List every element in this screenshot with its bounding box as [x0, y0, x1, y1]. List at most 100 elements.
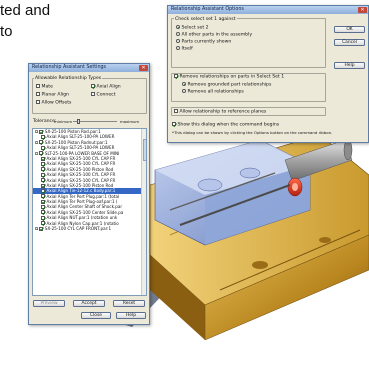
settings-dialog-title: Relationship Assistant Settings — [32, 65, 107, 70]
checkbox-icon — [91, 84, 95, 88]
type-mate-checkbox[interactable]: Mate — [36, 84, 53, 89]
check-against-label: Check select set 1 against — [174, 17, 237, 22]
collapse-icon[interactable]: − — [35, 151, 39, 155]
checkbox-icon — [36, 92, 40, 96]
tree-row-checkbox[interactable] — [41, 172, 45, 177]
tree-row-label: SX-25-100 CYL CAP FRONT.par:1 — [44, 226, 112, 232]
background-document-text: ted and to — [0, 0, 50, 42]
tree-scrollbar[interactable] — [141, 129, 146, 295]
tree-row-checkbox[interactable] — [41, 156, 45, 161]
tree-row-checkbox[interactable] — [41, 134, 45, 139]
tree-row-checkbox[interactable] — [41, 161, 45, 166]
tree-row-checkbox[interactable] — [41, 199, 45, 204]
tree-row-label: SLT-25-100-PA LOWER BASE OF MINI — [44, 150, 120, 156]
radio-all-other-parts[interactable]: All other parts in the assembly — [176, 32, 252, 37]
close-icon[interactable]: ✕ — [358, 7, 367, 13]
tree-row-label: Axial Align NUT.par:1 (rotation unk — [46, 215, 118, 221]
relationship-tree[interactable]: − SX-25-100 Piston Rod.par:1 Axial Align S… — [32, 128, 147, 296]
tree-row-label: SX-25-100 Piston Rod.par:1 — [44, 129, 101, 134]
radio-icon — [176, 39, 180, 43]
tree-row-label: Axial Align SX-25-100 Piston Rod — [46, 182, 114, 188]
tree-row-checkbox[interactable] — [41, 167, 45, 172]
tree-row-checkbox[interactable] — [41, 183, 45, 188]
tree-row-checkbox[interactable] — [41, 210, 45, 215]
tree-row-label: Axial Align SLT-25-100-PA LOWER — [46, 145, 115, 151]
options-dialog-titlebar[interactable]: Relationship Assistant Options ✕ — [168, 6, 368, 14]
checkbox-icon — [91, 92, 95, 96]
tolerance-slider-thumb[interactable] — [77, 119, 80, 124]
tree-row[interactable]: + SX-25-100 CYL CAP FRONT.par:1 — [33, 226, 146, 231]
collapse-icon[interactable]: − — [35, 130, 39, 134]
tree-row-checkbox[interactable] — [41, 215, 45, 220]
tree-row-label: SX-25-100 Piston Rodnut:par:1 — [44, 139, 108, 145]
radio-remove-grounded[interactable]: Remove grounded part relationships — [182, 82, 271, 87]
tree-row-label: Axial Align Center Shaft of Shock.par — [46, 204, 123, 210]
tree-row-checkbox[interactable] — [41, 178, 45, 183]
relationship-assistant-options-dialog: Relationship Assistant Options ✕ Check s… — [167, 5, 369, 143]
remove-relationships-checkbox[interactable]: Remove relationships on parts in Select … — [174, 74, 284, 79]
tree-row-checkbox[interactable] — [41, 145, 45, 150]
settings-dialog-titlebar[interactable]: Relationship Assistant Settings ✕ — [29, 64, 149, 72]
tree-row-label: Axial Align Ter Port Plug.par:1 (total — [46, 193, 120, 199]
radio-parts-currently-shown[interactable]: Parts currently shown — [176, 39, 231, 44]
tree-row-label: Axial Align SX-25-100 Center Slide.pa — [46, 209, 124, 215]
radio-select-set-2[interactable]: Select set 2 — [176, 25, 209, 30]
radio-icon — [182, 89, 186, 93]
tree-row-checkbox[interactable] — [41, 205, 45, 210]
radio-remove-all[interactable]: Remove all relationships — [182, 89, 244, 94]
radio-itself[interactable]: Itself — [176, 46, 193, 51]
checkbox-icon — [36, 84, 40, 88]
background-text-line: to — [0, 23, 13, 40]
radio-icon — [176, 46, 180, 50]
tree-row-label: Axial Align SX-25-100 CYL CAP FR — [46, 155, 116, 161]
checkbox-icon — [174, 74, 178, 78]
tree-row-label: Axial Align Ter Port Plug-oaf.par:1 ( — [46, 199, 118, 205]
type-planar-align-checkbox[interactable]: Planar Align — [36, 92, 69, 97]
type-axial-align-checkbox[interactable]: Axial Align — [91, 84, 121, 89]
relationship-tree-rows: − SX-25-100 Piston Rod.par:1 Axial Align S… — [33, 129, 146, 231]
tree-row-checkbox[interactable] — [39, 151, 44, 156]
accept-button[interactable]: Accept — [73, 300, 105, 307]
tree-row-checkbox[interactable] — [39, 140, 44, 145]
expand-icon[interactable]: + — [35, 227, 39, 231]
tree-row-label: Axial Align SX-25-100 Piston Rod — [46, 166, 114, 172]
tolerance-max-label: maximum — [120, 119, 140, 124]
tolerance-min-label: minimum — [54, 119, 73, 124]
options-dialog-title: Relationship Assistant Options — [171, 7, 244, 12]
help-button[interactable]: Help — [334, 62, 365, 69]
type-connect-checkbox[interactable]: Connect — [91, 92, 116, 97]
background-text-line: ted and — [0, 2, 51, 19]
ok-button[interactable]: OK — [334, 26, 365, 33]
tree-scrollbar-thumb[interactable] — [142, 139, 146, 161]
preview-button[interactable]: Preview — [33, 300, 65, 307]
cancel-button[interactable]: Cancel — [334, 39, 365, 46]
tree-row-checkbox[interactable] — [41, 194, 45, 199]
close-icon[interactable]: ✕ — [139, 65, 148, 71]
checkbox-icon — [36, 100, 40, 104]
radio-icon — [176, 32, 180, 36]
type-allow-offsets-checkbox[interactable]: Allow Offsets — [36, 100, 71, 105]
checkbox-icon — [174, 109, 178, 113]
tree-row-label: Axial Align SX-25-100 CYL CAP FR — [46, 177, 116, 183]
show-dialog-checkbox[interactable]: Show this dialog when the command begins — [172, 122, 279, 127]
close-button[interactable]: Close — [81, 312, 111, 319]
relationship-assistant-settings-dialog: Relationship Assistant Settings ✕ Allowa… — [28, 63, 150, 325]
tree-row-checkbox[interactable] — [41, 188, 45, 193]
tree-row-label: Axial Align Nylon Cap.par:1 (rotatio — [46, 220, 119, 226]
tree-row-label: Axial Align SX-25-100 CYL CAP FR — [46, 161, 116, 167]
reset-button[interactable]: Reset — [113, 300, 145, 307]
tree-row-checkbox[interactable] — [39, 129, 44, 134]
relationship-types-label: Allowable Relationship Types — [34, 76, 103, 81]
options-note-text: *This dialog can be shown by clicking th… — [172, 130, 333, 135]
tree-row-label: Axial Align SLT-25-100-PA LOWER — [46, 134, 115, 140]
tolerance-label: Tolerance: — [33, 119, 57, 124]
tree-row-checkbox[interactable] — [41, 221, 45, 226]
tree-row-checkbox[interactable] — [39, 226, 44, 231]
tree-row-label: Axial Align Tie-12-12.c Body.par:1 — [46, 188, 116, 194]
collapse-icon[interactable]: − — [35, 140, 39, 144]
help-button[interactable]: Help — [116, 312, 146, 319]
allow-reference-planes-checkbox[interactable]: Allow relationship to reference planes — [174, 109, 266, 114]
radio-icon — [182, 82, 186, 86]
checkbox-icon — [172, 122, 176, 126]
radio-icon — [176, 25, 180, 29]
